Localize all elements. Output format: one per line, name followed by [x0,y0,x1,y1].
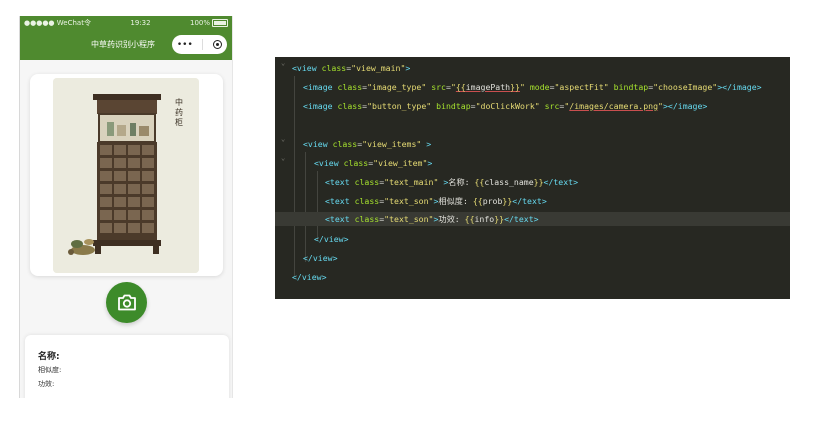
record-target-icon[interactable] [213,40,223,49]
calligraphy-text: 中药柜 [175,98,183,127]
code-token: prob [482,196,503,206]
menu-capsule[interactable]: ••• [172,35,227,54]
result-prob-label: 相似度: [38,366,62,374]
code-line: </view> [275,232,349,246]
code-token: 功效: [438,214,465,224]
capsule-divider [202,39,204,50]
code-line-current: <text class="text_son">功效: {{info}}</tex… [275,212,790,226]
code-token: " [519,82,525,92]
code-token: }} [502,196,513,206]
code-token: class [337,101,363,111]
code-token: > [421,139,432,149]
code-line: <view class="view_item"> [275,156,432,170]
code-line: <view class="view_main"> [275,61,410,75]
code-token: mode [529,82,550,92]
more-dots-icon[interactable]: ••• [177,40,193,50]
code-line: <text class="text_son">相似度: {{prob}}</te… [275,194,547,208]
code-token: <view [303,139,333,149]
code-token: {{ [455,82,466,92]
code-token: <view [292,63,322,73]
code-token: bindtap [613,82,649,92]
code-token: imagePath [465,82,511,92]
code-token: "doClickWork" [475,101,540,111]
code-line: <view class="view_items" > [275,137,431,151]
phone-mockup: ●●●●● WeChat令 19:32 100% 中草药识别小程序 ••• 中药… [19,16,233,398]
code-token: > [427,158,433,168]
code-line: <image class="button_type" bindtap="doCl… [275,99,707,113]
code-token: /images/camera.png [569,101,659,111]
code-token: }} [510,82,520,92]
code-token: "chooseImage" [653,82,718,92]
code-token: class [332,139,358,149]
code-token: class_name [484,177,534,187]
code-token: class [343,158,369,168]
image-card[interactable]: 中药柜 [30,74,223,276]
code-token: </text> [512,196,547,206]
code-token: </text> [543,177,579,187]
battery-percent: 100% [189,18,210,27]
code-token: <text [325,196,355,206]
code-token: {{ [464,214,475,224]
battery-status: 100% [189,18,228,27]
code-token: <text [325,177,355,187]
code-token: "view_main" [351,63,406,73]
code-token: }} [494,214,505,224]
status-bar: ●●●●● WeChat令 19:32 100% [20,16,232,29]
code-token: </image> [667,101,708,111]
herb-image[interactable]: 中药柜 [53,78,199,273]
code-token: <image [303,101,338,111]
code-token: {{ [472,196,483,206]
code-token: </view> [292,272,327,282]
code-token: class [354,196,380,206]
result-info-label: 功效: [38,380,55,388]
code-token: "view_items" [362,139,422,149]
code-token: "text_son" [384,214,434,224]
battery-icon [212,18,228,27]
code-token: info [474,214,495,224]
code-token: "text_main" [384,177,439,187]
code-token: </view> [303,253,338,263]
code-token: class [354,177,380,187]
code-token: class [337,82,363,92]
code-token: 名称: [448,177,475,187]
code-line: <image class="image_type" src="{{imagePa… [275,80,762,94]
carrier-label: ●●●●● WeChat令 [24,18,91,27]
code-line: <text class="text_main" >名称: {{class_nam… [275,175,578,189]
result-card: 名称: 相似度: 功效: [25,335,229,398]
code-token: > [405,63,411,73]
camera-button[interactable] [106,282,147,323]
code-token: }} [533,177,544,187]
code-token: "button_type" [367,101,432,111]
code-token: bindtap [436,101,471,111]
code-token: "text_son" [384,196,434,206]
camera-icon [117,294,136,311]
code-token: </text> [504,214,539,224]
clock: 19:32 [130,18,151,27]
code-token: <image [303,82,338,92]
code-token: "image_type" [367,82,427,92]
code-line: </view> [275,251,338,265]
code-token: class [321,63,347,73]
result-name-label: 名称: [38,352,60,362]
code-token: class [354,214,380,224]
code-token: {{ [474,177,485,187]
code-token: </image> [722,82,762,92]
code-token: "view_item" [373,158,428,168]
code-token: "aspectFit" [554,82,609,92]
nav-bar: 中草药识别小程序 ••• [20,29,232,60]
code-token: <text [325,214,355,224]
code-token: src [544,101,560,111]
code-editor: ⌄ ⌄ ⌄ <view class="view_main"> <image cl… [275,57,790,299]
code-token: <view [314,158,344,168]
code-token: </view> [314,234,349,244]
code-token: 相似度: [438,196,473,206]
code-token: src [431,82,446,92]
code-line: </view> [275,270,327,284]
code-token: > [438,177,449,187]
